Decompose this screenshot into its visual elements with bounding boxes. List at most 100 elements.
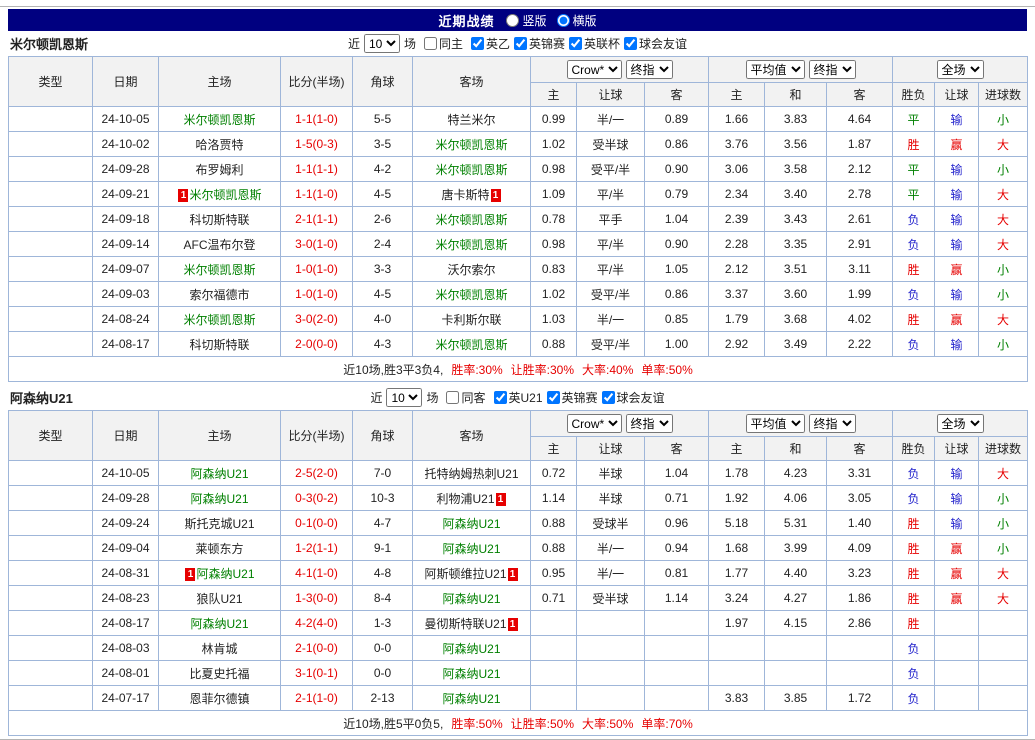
home-team-name[interactable]: 阿森纳U21 [196, 567, 254, 581]
score-cell[interactable]: 2-1(1-0) [281, 686, 353, 711]
score-cell[interactable]: 2-5(2-0) [281, 461, 353, 486]
away-team-name[interactable]: 沃尔索尔 [447, 263, 495, 277]
league-checkbox[interactable] [514, 37, 527, 50]
away-team-name[interactable]: 米尔顿凯恩斯 [435, 163, 507, 177]
match-type[interactable]: 英乙 [9, 257, 93, 282]
avg-stage-select[interactable]: 终指 [809, 60, 856, 79]
match-type[interactable]: 英锦赛 [9, 207, 93, 232]
odds-stage-select[interactable]: 终指 [626, 414, 673, 433]
match-type[interactable]: 英U21 [9, 461, 93, 486]
league-filter[interactable]: 英锦赛 [510, 35, 565, 52]
home-team-name[interactable]: AFC温布尔登 [183, 238, 255, 252]
same-venue-checkbox[interactable] [424, 37, 437, 50]
score-cell[interactable]: 0-3(0-2) [281, 486, 353, 511]
match-type[interactable]: 英U21 [9, 511, 93, 536]
view-option[interactable]: 横版 [557, 12, 597, 29]
league-filter[interactable]: 英乙 [467, 35, 510, 52]
league-checkbox[interactable] [494, 391, 507, 404]
score-cell[interactable]: 4-2(4-0) [281, 611, 353, 636]
away-team-name[interactable]: 阿森纳U21 [442, 542, 500, 556]
match-type[interactable]: 英锦赛 [9, 536, 93, 561]
score-cell[interactable]: 0-1(0-0) [281, 511, 353, 536]
home-team-name[interactable]: 科切斯特联 [189, 213, 249, 227]
match-type[interactable]: 英乙 [9, 132, 93, 157]
away-team-name[interactable]: 米尔顿凯恩斯 [435, 288, 507, 302]
away-team-name[interactable]: 卡利斯尔联 [441, 313, 501, 327]
away-team-name[interactable]: 阿森纳U21 [442, 517, 500, 531]
score-cell[interactable]: 3-0(1-0) [281, 232, 353, 257]
match-type[interactable]: 英乙 [9, 182, 93, 207]
league-checkbox[interactable] [602, 391, 615, 404]
score-cell[interactable]: 3-0(2-0) [281, 307, 353, 332]
away-team-name[interactable]: 阿森纳U21 [442, 667, 500, 681]
match-type[interactable]: 英乙 [9, 307, 93, 332]
home-team-name[interactable]: 狼队U21 [196, 592, 242, 606]
away-team-name[interactable]: 曼彻斯特联U21 [424, 617, 506, 631]
score-cell[interactable]: 1-0(1-0) [281, 282, 353, 307]
home-team-name[interactable]: 莱顿东方 [195, 542, 243, 556]
league-checkbox[interactable] [569, 37, 582, 50]
avg-stage-select[interactable]: 终指 [809, 414, 856, 433]
odds-company-select[interactable]: Crow* [567, 60, 622, 79]
match-type[interactable]: 英乙 [9, 332, 93, 357]
match-type[interactable]: 英乙 [9, 157, 93, 182]
away-team-name[interactable]: 米尔顿凯恩斯 [435, 138, 507, 152]
score-cell[interactable]: 1-3(0-0) [281, 586, 353, 611]
match-type[interactable]: 英乙 [9, 107, 93, 132]
home-team-name[interactable]: 索尔福德市 [189, 288, 249, 302]
view-radio[interactable] [506, 14, 519, 27]
home-team-name[interactable]: 阿森纳U21 [190, 467, 248, 481]
odds-stage-select[interactable]: 终指 [626, 60, 673, 79]
league-checkbox[interactable] [547, 391, 560, 404]
match-type[interactable]: 球会友谊 [9, 686, 93, 711]
away-team-name[interactable]: 阿森纳U21 [442, 592, 500, 606]
away-team-name[interactable]: 特兰米尔 [447, 113, 495, 127]
away-team-name[interactable]: 阿森纳U21 [442, 692, 500, 706]
odds-company-select[interactable]: Crow* [567, 414, 622, 433]
home-team-name[interactable]: 林肯城 [201, 642, 237, 656]
score-cell[interactable]: 1-1(1-1) [281, 157, 353, 182]
away-team-name[interactable]: 利物浦U21 [436, 492, 494, 506]
league-filter[interactable]: 英U21 [490, 389, 543, 406]
score-cell[interactable]: 2-1(0-0) [281, 636, 353, 661]
match-type[interactable]: 球会友谊 [9, 661, 93, 686]
match-type[interactable]: 球会友谊 [9, 636, 93, 661]
score-cell[interactable]: 1-2(1-1) [281, 536, 353, 561]
match-count-select[interactable]: 10 [364, 34, 400, 53]
away-team-name[interactable]: 米尔顿凯恩斯 [435, 238, 507, 252]
score-cell[interactable]: 1-1(1-0) [281, 182, 353, 207]
league-filter[interactable]: 球会友谊 [620, 35, 687, 52]
away-team-name[interactable]: 唐卡斯特 [441, 188, 489, 202]
home-team-name[interactable]: 科切斯特联 [189, 338, 249, 352]
home-team-name[interactable]: 阿森纳U21 [190, 617, 248, 631]
match-type[interactable]: 英乙 [9, 282, 93, 307]
score-cell[interactable]: 1-0(1-0) [281, 257, 353, 282]
match-type[interactable]: 英U21 [9, 611, 93, 636]
home-team-name[interactable]: 恩菲尔德镇 [189, 692, 249, 706]
league-filter[interactable]: 英锦赛 [543, 389, 598, 406]
away-team-name[interactable]: 托特纳姆热刺U21 [424, 467, 518, 481]
score-cell[interactable]: 1-1(1-0) [281, 107, 353, 132]
league-checkbox[interactable] [471, 37, 484, 50]
score-cell[interactable]: 2-0(0-0) [281, 332, 353, 357]
same-venue-filter[interactable]: 同主 [420, 35, 463, 52]
match-count-select[interactable]: 10 [386, 388, 422, 407]
match-type[interactable]: 英U21 [9, 586, 93, 611]
league-filter[interactable]: 球会友谊 [598, 389, 665, 406]
home-team-name[interactable]: 米尔顿凯恩斯 [189, 188, 261, 202]
score-cell[interactable]: 1-5(0-3) [281, 132, 353, 157]
match-type[interactable]: 英乙 [9, 232, 93, 257]
match-type[interactable]: 英U21 [9, 486, 93, 511]
home-team-name[interactable]: 比夏史托福 [189, 667, 249, 681]
home-team-name[interactable]: 米尔顿凯恩斯 [183, 263, 255, 277]
same-venue-checkbox[interactable] [446, 391, 459, 404]
home-team-name[interactable]: 米尔顿凯恩斯 [183, 113, 255, 127]
score-cell[interactable]: 4-1(1-0) [281, 561, 353, 586]
avg-source-select[interactable]: 平均值 [746, 414, 805, 433]
away-team-name[interactable]: 米尔顿凯恩斯 [435, 338, 507, 352]
home-team-name[interactable]: 哈洛贾特 [195, 138, 243, 152]
score-cell[interactable]: 2-1(1-1) [281, 207, 353, 232]
home-team-name[interactable]: 布罗姆利 [195, 163, 243, 177]
league-checkbox[interactable] [624, 37, 637, 50]
score-cell[interactable]: 3-1(0-1) [281, 661, 353, 686]
